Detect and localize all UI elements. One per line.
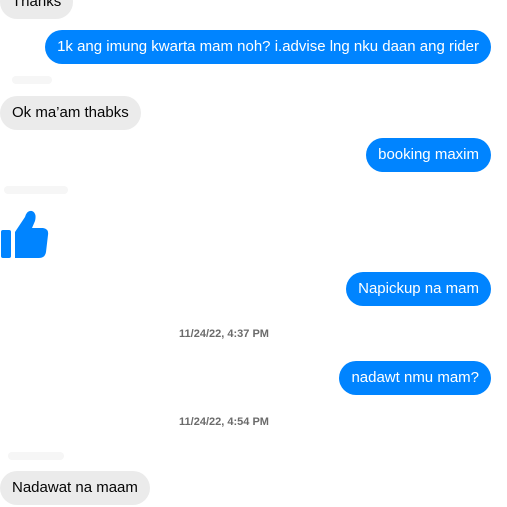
message-incoming[interactable]: Thanks — [0, 0, 74, 19]
thumbs-up-icon[interactable] — [0, 206, 50, 260]
message-incoming[interactable]: Nadawat na maam — [0, 471, 150, 505]
sender-name-blurred — [8, 452, 64, 460]
message-outgoing[interactable]: 1k ang imung kwarta mam noh? i.advise ln… — [45, 30, 491, 64]
message-timestamp: 11/24/22, 4:54 PM — [179, 416, 269, 428]
sender-name-blurred — [4, 186, 68, 194]
chat-thread: Thanks 1k ang imung kwarta mam noh? i.ad… — [0, 0, 507, 507]
message-outgoing[interactable]: Napickup na mam — [346, 272, 491, 306]
message-outgoing[interactable]: booking maxim — [366, 138, 491, 172]
message-incoming[interactable]: Ok ma’am thabks — [0, 96, 141, 130]
message-timestamp: 11/24/22, 4:37 PM — [179, 328, 269, 340]
sender-name-blurred — [12, 76, 52, 84]
message-outgoing[interactable]: nadawt nmu mam? — [339, 361, 491, 395]
